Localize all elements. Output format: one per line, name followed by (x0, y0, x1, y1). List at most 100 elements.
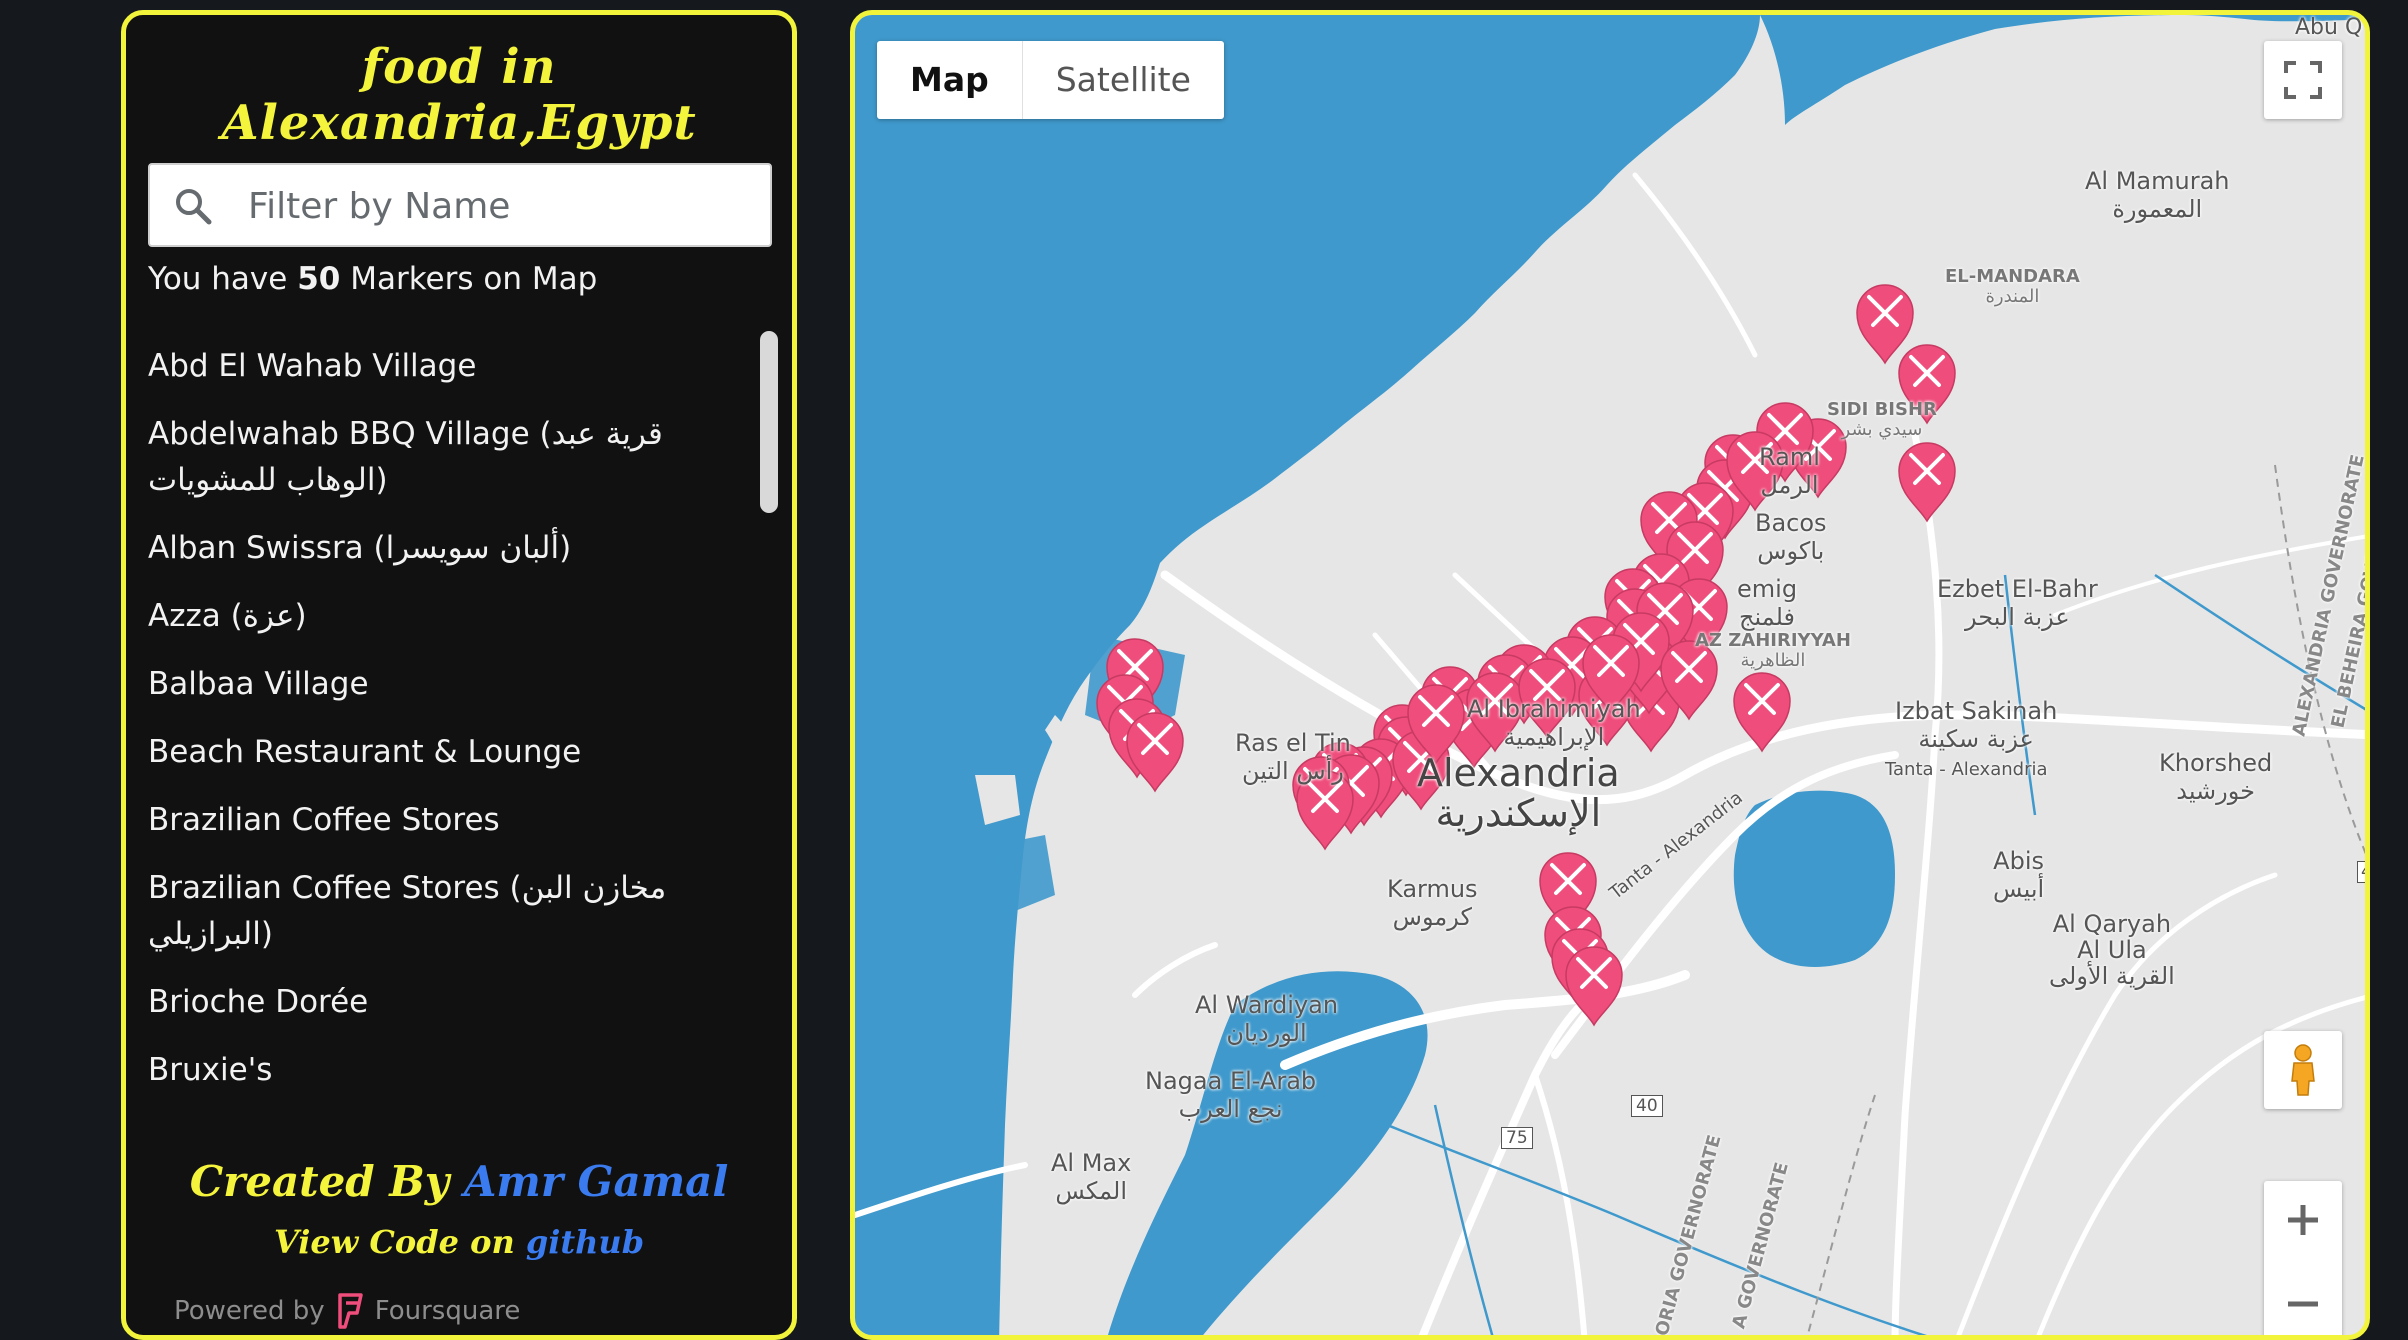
map-type-control: Map Satellite (877, 41, 1224, 119)
fullscreen-icon (2284, 61, 2322, 99)
list-item[interactable]: Brioche Dorée (148, 979, 718, 1025)
qaryah-en-1: Al Qaryah (2052, 910, 2172, 938)
powered-brand: Foursquare (374, 1296, 521, 1326)
list-item[interactable]: Brazilian Coffee Stores (148, 797, 718, 843)
mandara-ar: المندرة (1985, 286, 2040, 307)
map-label-wardiyan: Al Wardiyan الورديان (1195, 991, 1338, 1047)
almax-ar: المكس (1055, 1177, 1128, 1205)
pegman-icon (2291, 1044, 2315, 1096)
list-item[interactable]: Alban Swissra (ألبان سويسرا) (148, 525, 718, 571)
karmus-en: Karmus (1387, 875, 1478, 903)
map-label-abis: Abis أبيس (1993, 847, 2044, 903)
map-label-ibrahimiya: Al Ibrahimiyah الإبراهيمية (1467, 695, 1641, 751)
app-title: food in Alexandria,Egypt (221, 39, 697, 151)
qaryah-en-2: Al Ula (2077, 936, 2147, 964)
fleming-ar: فلمنج (1739, 603, 1796, 631)
ezbet-ar: عزبة البحر (1964, 603, 2070, 631)
khorshed-ar: خورشيد (2176, 777, 2255, 805)
map[interactable]: Abu Q Al Mamurah المعمورة EL-MANDARA الم… (850, 10, 2370, 1340)
list-item[interactable]: Abd El Wahab Village (148, 343, 718, 389)
izbat-ar: عزبة سكينة (1918, 725, 2034, 753)
mamurah-ar: المعمورة (2112, 195, 2203, 223)
ezbet-en: Ezbet El-Bahr (1937, 575, 2098, 603)
karmus-ar: كرموس (1392, 903, 1472, 931)
zahiriyyah-en: AZ ZAHIRIYYAH (1695, 630, 1851, 651)
list-item[interactable]: Balbaa Village (148, 661, 718, 707)
map-label-alexandria: Alexandria الإسكندرية (1417, 753, 1620, 833)
marker-count-prefix: You have (148, 261, 288, 297)
abis-en: Abis (1993, 847, 2044, 875)
map-label-ras: Ras el Tin رأس التين (1235, 729, 1351, 785)
ras-ar: رأس التين (1241, 757, 1344, 785)
bacos-en: Bacos (1755, 509, 1827, 537)
map-label-ezbet: Ezbet El-Bahr عزبة البحر (1937, 575, 2098, 631)
map-label-mamurah: Al Mamurah المعمورة (2085, 167, 2230, 223)
nagaa-en: Nagaa El-Arab (1145, 1067, 1317, 1095)
list-item[interactable]: Beach Restaurant & Lounge (148, 729, 718, 775)
map-label-sidibishr: SIDI BISHR سيدي بشر (1827, 400, 1937, 440)
alex-ar: الإسكندرية (1435, 791, 1602, 835)
search-box[interactable] (148, 163, 772, 247)
credit-prefix: Created By (189, 1157, 450, 1206)
raml-ar: الرمل (1760, 471, 1819, 499)
list-item[interactable]: Brazilian Coffee Stores (مخازن البن البر… (148, 865, 718, 957)
credit: Created By Amr Gamal (126, 1157, 792, 1206)
place-list[interactable]: Abd El Wahab Village Abdelwahab BBQ Vill… (148, 343, 718, 1103)
sidibishr-ar: سيدي بشر (1841, 419, 1923, 440)
author-link[interactable]: Amr Gamal (464, 1157, 728, 1206)
raml-en: Raml (1759, 443, 1820, 471)
road-shield-40: 40 (1631, 1095, 1663, 1117)
road-shield-4: 4 (2357, 861, 2365, 883)
powered-by: Powered by Foursquare (174, 1293, 520, 1329)
sidibishr-en: SIDI BISHR (1827, 399, 1937, 420)
wardiyan-ar: الورديان (1226, 1019, 1307, 1047)
map-label-almax: Al Max المكس (1051, 1149, 1131, 1205)
map-label-raml: Raml الرمل (1759, 443, 1820, 499)
mamurah-en: Al Mamurah (2085, 167, 2230, 195)
zoom-out-icon[interactable] (2264, 1265, 2342, 1340)
map-label-abu: Abu Q (2295, 15, 2363, 40)
list-item[interactable]: Bruxie's (148, 1047, 718, 1093)
ibrahimiya-en: Al Ibrahimiyah (1467, 695, 1641, 723)
map-type-satellite-button[interactable]: Satellite (1023, 41, 1224, 119)
map-label-mandara: EL-MANDARA المندرة (1945, 267, 2080, 307)
fullscreen-button[interactable] (2264, 41, 2342, 119)
map-label-tanta-road: Tanta - Alexandria (1885, 759, 2048, 780)
bacos-ar: باكوس (1757, 537, 1825, 565)
abis-ar: أبيس (1993, 875, 2045, 903)
map-label-izbat: Izbat Sakinah عزبة سكينة (1895, 697, 2057, 753)
street-view-button[interactable] (2264, 1031, 2342, 1109)
list-scrollbar[interactable] (760, 331, 778, 513)
alex-en: Alexandria (1417, 751, 1620, 795)
ibrahimiya-ar: الإبراهيمية (1503, 723, 1605, 751)
mandara-en: EL-MANDARA (1945, 266, 2080, 287)
list-item[interactable]: Azza (عزة) (148, 593, 718, 639)
map-label-khorshed: Khorshed خورشيد (2159, 749, 2272, 805)
powered-label: Powered by (174, 1296, 325, 1326)
github-link[interactable]: github (526, 1223, 644, 1261)
zahiriyyah-ar: الظاهرية (1740, 650, 1806, 671)
map-type-map-button[interactable]: Map (877, 41, 1023, 119)
fleming-en: emig (1737, 575, 1798, 603)
zoom-in-icon[interactable] (2264, 1181, 2342, 1259)
search-icon (176, 189, 212, 225)
foursquare-icon (337, 1293, 363, 1329)
izbat-en: Izbat Sakinah (1895, 697, 2058, 725)
marker-count-suffix: Markers on Map (350, 261, 598, 297)
wardiyan-en: Al Wardiyan (1195, 991, 1339, 1019)
filter-input[interactable] (246, 177, 750, 235)
marker-count: You have 50 Markers on Map (148, 261, 597, 297)
map-label-zahiriyyah: AZ ZAHIRIYYAH الظاهرية (1695, 631, 1851, 671)
list-item[interactable]: Abdelwahab BBQ Village (قرية عبد الوهاب … (148, 411, 718, 503)
map-label-karmus: Karmus كرموس (1387, 875, 1478, 931)
code-link: View Code on github (126, 1223, 792, 1261)
qaryah-ar: القرية الأولى (2049, 962, 2175, 990)
road-shield-75: 75 (1501, 1127, 1533, 1149)
sidebar: food in Alexandria,Egypt You have 50 Mar… (121, 10, 797, 1340)
map-label-fleming: emig فلمنج (1737, 575, 1797, 631)
marker-count-value: 50 (297, 261, 341, 297)
khorshed-en: Khorshed (2159, 749, 2273, 777)
map-label-bacos: Bacos باكوس (1755, 509, 1827, 565)
nagaa-ar: نجع العرب (1178, 1095, 1283, 1123)
zoom-control (2264, 1181, 2342, 1340)
